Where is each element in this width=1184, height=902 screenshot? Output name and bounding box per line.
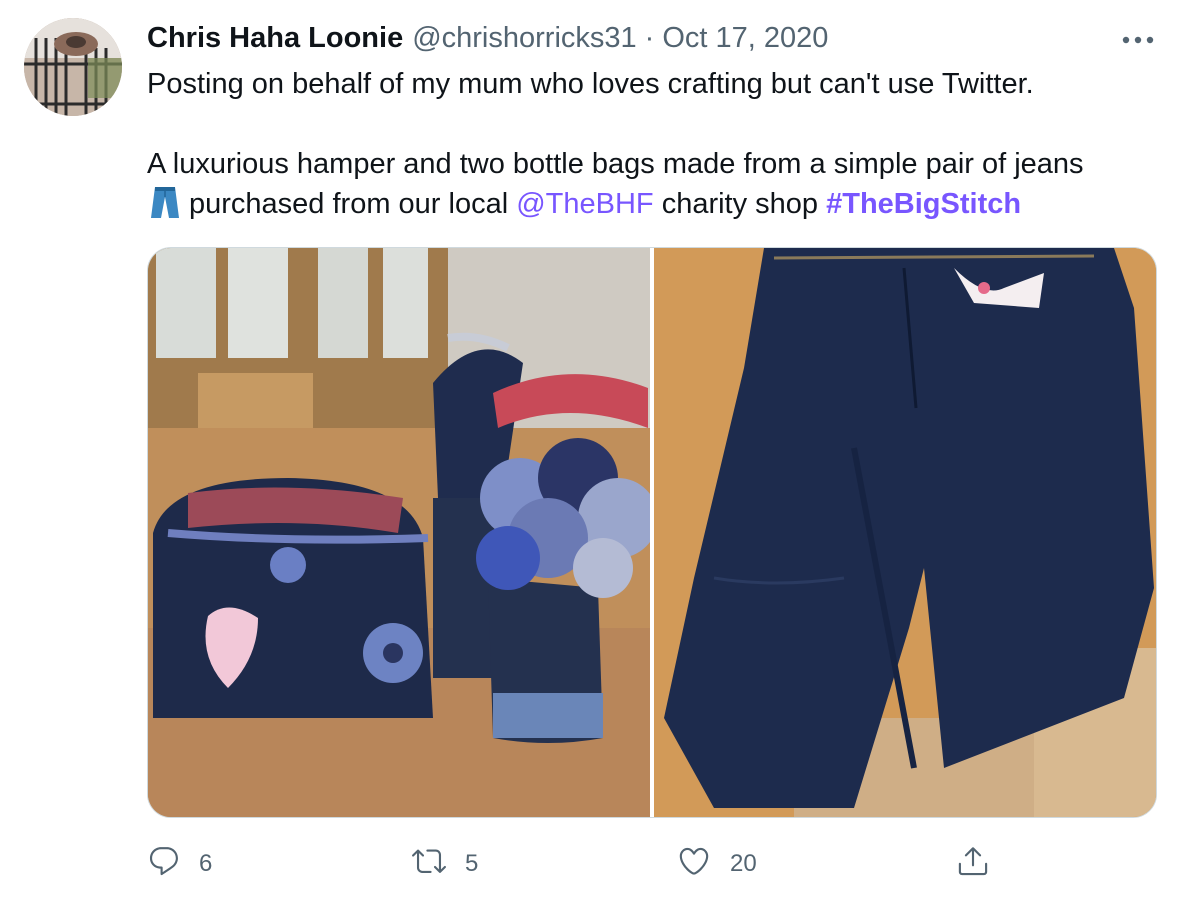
photo-pair-of-jeans[interactable] [654,248,1156,817]
tweet-header: Chris Haha Loonie @chrishorricks31 · Oct… [147,20,828,56]
share-icon [956,843,990,886]
retweet-button[interactable]: 5 [411,842,478,886]
media-grid [147,247,1157,818]
mention-link[interactable]: @TheBHF [516,188,653,220]
retweet-count: 5 [465,850,479,877]
tweet-actions: 6 5 20 [0,842,1184,886]
like-count: 20 [730,850,757,877]
like-button[interactable]: 20 [676,842,757,886]
reply-count: 6 [199,850,213,877]
tweet-text-segment: purchased from our local [189,188,509,220]
avatar[interactable] [24,18,122,116]
retweet-icon [411,844,447,885]
photo-denim-hamper-and-bottle-bags[interactable] [148,248,650,817]
hashtag-link[interactable]: #TheBigStitch [826,188,1021,220]
tweet-text-line: Posting on behalf of my mum who loves cr… [147,68,1034,100]
like-icon [676,844,712,885]
tweet-date[interactable]: Oct 17, 2020 [662,22,828,55]
reply-icon [147,844,181,885]
tweet-text-segment: charity shop [661,188,819,220]
jeans-emoji-icon [147,185,183,219]
tweet-text: Posting on behalf of my mum who loves cr… [147,64,1147,224]
tweet-text-line: purchased from our local @TheBHF charity… [147,184,1147,224]
more-icon[interactable] [1118,26,1158,54]
reply-button[interactable]: 6 [147,842,212,886]
author-name[interactable]: Chris Haha Loonie [147,22,403,55]
tweet-text-line: A luxurious hamper and two bottle bags m… [147,148,1084,180]
share-button[interactable] [956,842,990,886]
author-handle[interactable]: @chrishorricks31 [412,22,636,55]
separator: · [644,21,655,54]
